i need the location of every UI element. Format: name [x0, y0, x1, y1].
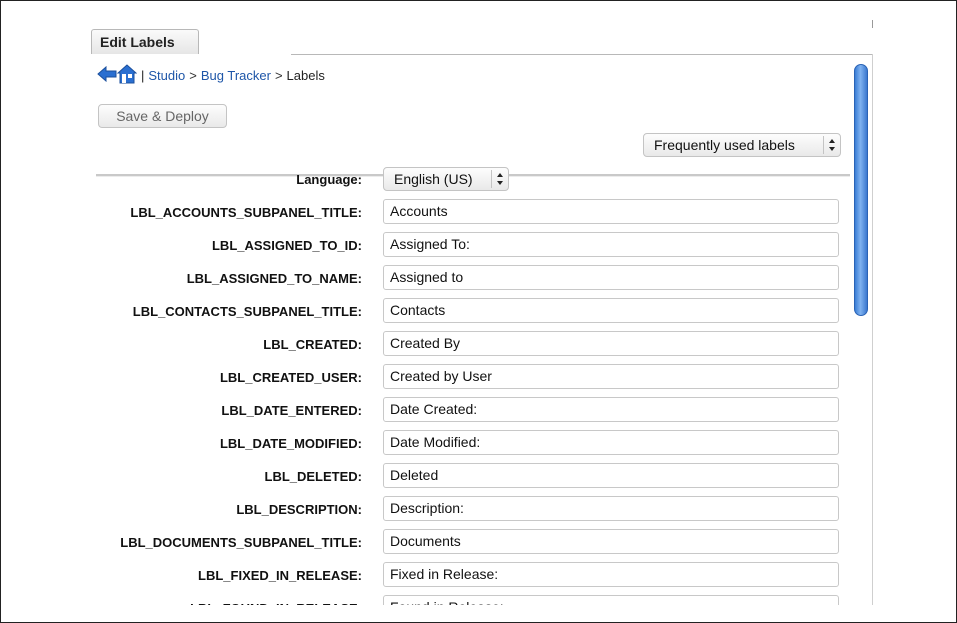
label-value-input[interactable]: Created by User — [383, 364, 839, 389]
label-key: LBL_DATE_MODIFIED: — [219, 436, 362, 451]
label-value-input[interactable]: Documents — [383, 529, 839, 554]
label-key: LBL_FIXED_IN_RELEASE: — [198, 568, 362, 583]
breadcrumb-current: Labels — [286, 67, 325, 83]
language-select[interactable]: English (US) — [383, 167, 509, 191]
vertical-scrollbar[interactable] — [854, 64, 868, 605]
breadcrumb-studio-link[interactable]: Studio — [148, 68, 185, 83]
language-value: English (US) — [394, 171, 473, 187]
back-arrow-icon[interactable] — [97, 65, 117, 85]
label-key: LBL_CREATED_USER: — [219, 370, 362, 385]
label-value-input[interactable]: Description: — [383, 496, 839, 521]
corner-tick — [872, 20, 873, 28]
label-value-input[interactable]: Created By — [383, 331, 839, 356]
label-key: LBL_DATE_ENTERED: — [221, 403, 362, 418]
label-value-input[interactable]: Found in Release: — [383, 595, 839, 605]
panel-right-border — [872, 54, 873, 605]
tab-edit-labels[interactable]: Edit Labels — [91, 29, 199, 54]
breadcrumb-separator: > — [274, 67, 283, 83]
panel-top-border — [291, 54, 873, 55]
label-value-input[interactable]: Deleted — [383, 463, 839, 488]
label-value-input[interactable]: Date Created: — [383, 397, 839, 422]
label-value-input[interactable]: Accounts — [383, 199, 839, 224]
label-key: LBL_ACCOUNTS_SUBPANEL_TITLE: — [130, 205, 362, 220]
label-filter-select[interactable]: Frequently used labels — [643, 133, 841, 157]
label-value-input[interactable]: Contacts — [383, 298, 839, 323]
breadcrumb: | Studio > Bug Tracker > Labels — [97, 63, 325, 87]
breadcrumb-separator: > — [189, 67, 197, 83]
label-value-input[interactable]: Assigned To: — [383, 232, 839, 257]
home-icon[interactable] — [116, 63, 138, 87]
label-key: LBL_ASSIGNED_TO_ID: — [211, 238, 362, 253]
breadcrumb-module-link[interactable]: Bug Tracker — [201, 68, 271, 83]
language-label: Language: — [296, 172, 362, 187]
label-key: LBL_DOCUMENTS_SUBPANEL_TITLE: — [120, 535, 362, 550]
label-key: LBL_CREATED: — [263, 337, 362, 352]
breadcrumb-pipe: | — [141, 67, 145, 83]
label-key: LBL_ASSIGNED_TO_NAME: — [186, 271, 362, 286]
label-value-input[interactable]: Assigned to — [383, 265, 839, 290]
updown-arrows-icon — [823, 136, 840, 154]
label-key: LBL_DESCRIPTION: — [236, 502, 362, 517]
scrollbar-thumb[interactable] — [854, 64, 868, 316]
save-deploy-button[interactable]: Save & Deploy — [98, 104, 227, 128]
label-value-input[interactable]: Fixed in Release: — [383, 562, 839, 587]
label-key: LBL_DELETED: — [264, 469, 363, 484]
label-key: LBL_CONTACTS_SUBPANEL_TITLE: — [132, 304, 362, 319]
updown-arrows-icon — [491, 170, 508, 188]
edit-labels-panel: Edit Labels | Studio > Bug Tracker > Lab… — [91, 29, 873, 605]
label-key: LBL_FOUND_IN_RELEASE: — [91, 601, 362, 605]
label-filter-value: Frequently used labels — [654, 137, 795, 153]
label-value-input[interactable]: Date Modified: — [383, 430, 839, 455]
